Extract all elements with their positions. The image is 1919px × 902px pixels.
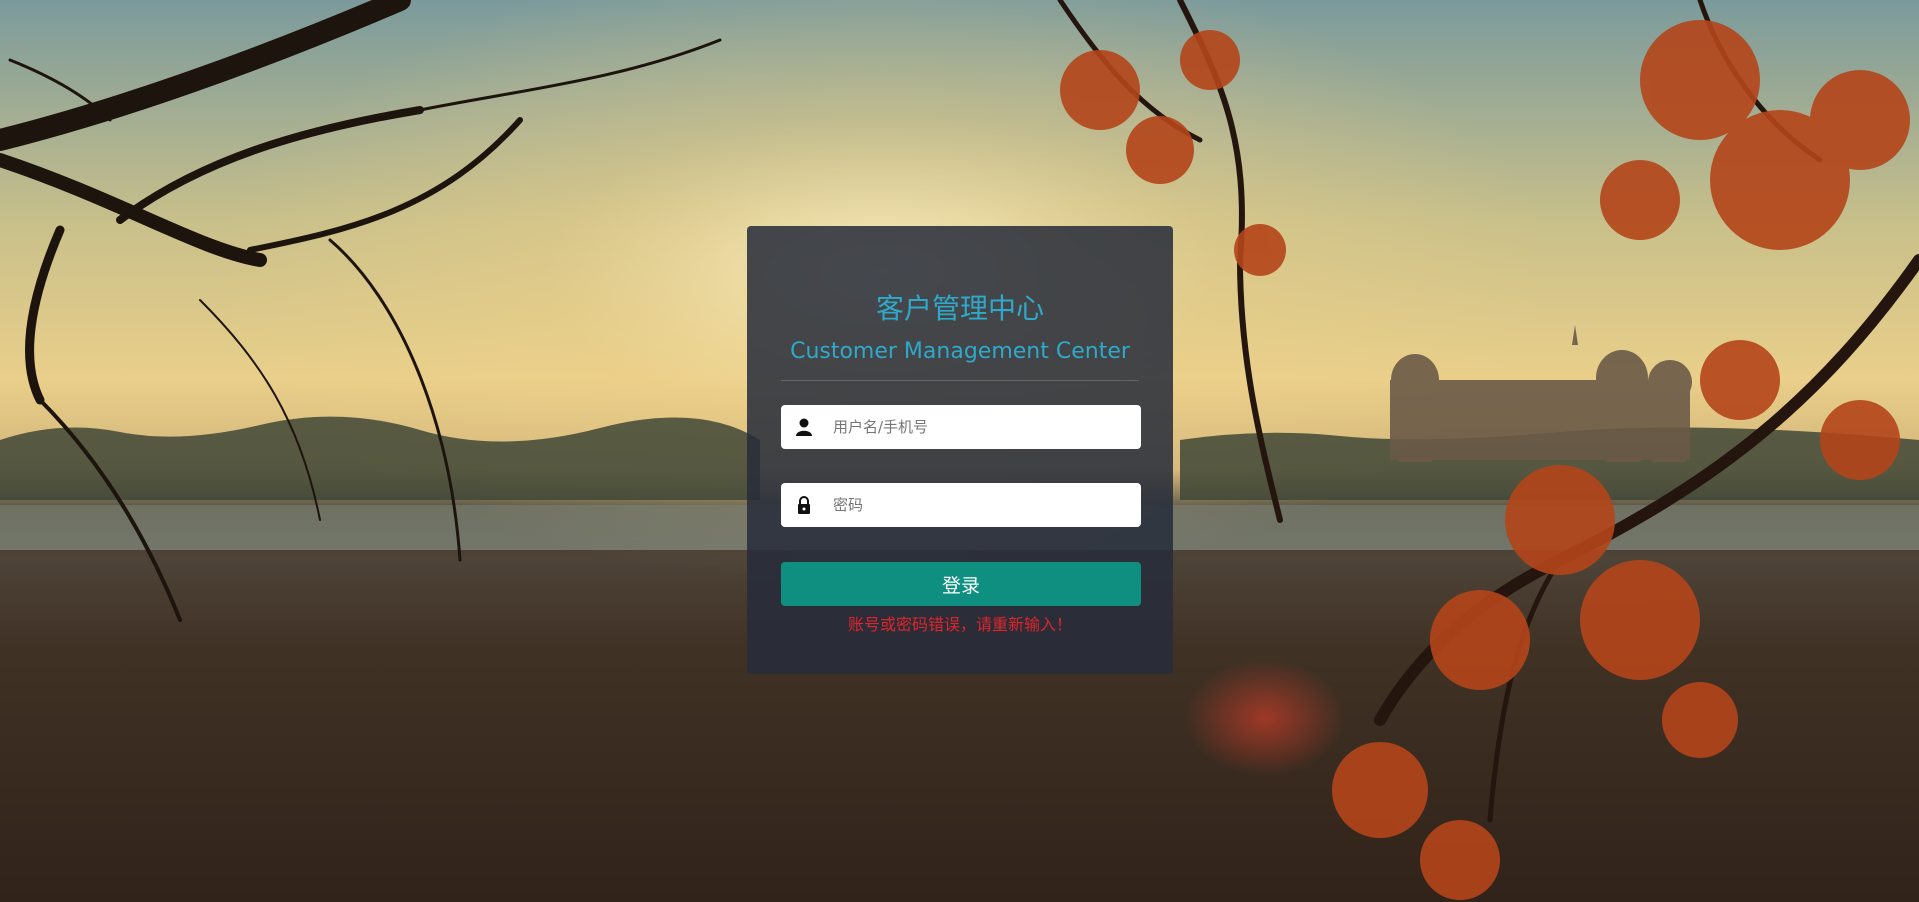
username-field: [781, 405, 1141, 449]
page-title: 客户管理中心: [875, 292, 1044, 325]
error-message: 账号或密码错误，请重新输入！: [847, 615, 1072, 634]
user-icon: [794, 417, 814, 437]
password-input[interactable]: [833, 483, 1129, 527]
password-field: [781, 483, 1141, 527]
divider: [781, 380, 1139, 381]
page-subtitle: Customer Management Center: [790, 339, 1130, 364]
username-input[interactable]: [833, 405, 1129, 449]
login-panel: 客户管理中心 Customer Management Center 登录 账号或…: [747, 226, 1173, 674]
login-button[interactable]: 登录: [781, 562, 1141, 606]
lock-icon: [794, 495, 814, 515]
